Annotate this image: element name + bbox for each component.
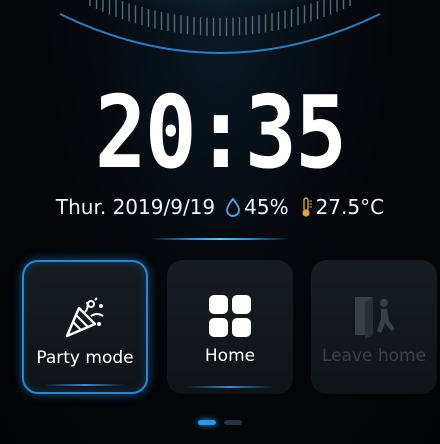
date-text: Thur. 2019/9/19 <box>55 195 216 219</box>
status-row: Thur. 2019/9/19 45% 27.5°C <box>0 190 440 224</box>
scene-tiles: Party mode Home Leave home <box>0 258 440 398</box>
leave-home-icon <box>311 290 437 342</box>
humidity-value: 45% <box>244 195 289 219</box>
humidity-readout: 45% <box>225 195 289 219</box>
page-dot-1[interactable] <box>198 420 216 425</box>
smart-panel-screen: 20:35 Thur. 2019/9/19 45% 27.5°C Party m… <box>0 0 440 444</box>
top-arc-decoration <box>30 0 410 62</box>
scene-tile-party-mode[interactable]: Party mode <box>22 260 148 394</box>
tile-underline <box>187 386 273 388</box>
scene-tile-leave-home[interactable]: Leave home <box>311 260 437 394</box>
header-divider <box>150 238 290 240</box>
party-popper-icon <box>24 292 146 344</box>
clock-time: 20:35 <box>94 74 347 191</box>
temperature-value: 27.5°C <box>315 195 385 219</box>
water-drop-icon <box>226 197 241 217</box>
scene-label: Home <box>204 346 256 366</box>
scene-label: Party mode <box>36 348 134 368</box>
scene-tile-home[interactable]: Home <box>167 260 293 394</box>
page-dot-2[interactable] <box>224 420 242 425</box>
page-indicator <box>0 420 440 428</box>
tile-underline <box>44 384 126 386</box>
home-grid-icon <box>167 290 293 342</box>
scene-label: Leave home <box>321 346 427 366</box>
temperature-readout: 27.5°C <box>299 195 385 219</box>
thermometer-icon <box>301 197 312 217</box>
